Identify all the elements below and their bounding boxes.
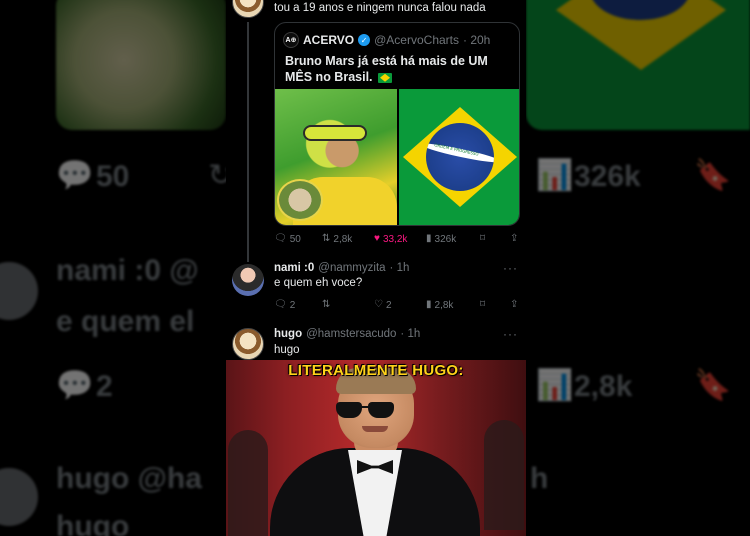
bookmark-icon: 🔖 — [694, 159, 732, 192]
background-replies: 50 — [96, 160, 130, 193]
acervo-logo: A⊕ — [283, 32, 299, 48]
views-icon: ▮ — [426, 299, 432, 310]
more-icon[interactable]: ··· — [503, 261, 518, 275]
meme-image[interactable]: LITERALMENTE HUGO: — [226, 360, 526, 536]
views-button[interactable]: ▮ 2,8k — [426, 300, 480, 311]
avatar[interactable] — [232, 264, 264, 296]
quoted-tweet[interactable]: A⊕ ACERVO ✓ @AcervoCharts · 20h Bruno Ma… — [274, 22, 520, 226]
quoted-image-bruno-mars[interactable] — [275, 89, 397, 225]
reply-time: · 1h — [389, 262, 410, 274]
reply-count: 2 — [289, 299, 296, 311]
background-hugo-body: hugo — [56, 510, 130, 536]
reply-author-handle: @nammyzita — [318, 262, 386, 274]
quoted-tweet-header: A⊕ ACERVO ✓ @AcervoCharts · 20h — [283, 32, 490, 48]
quoted-tweet-time: · 20h — [463, 33, 491, 47]
bookmark-button[interactable]: ⌑ — [480, 300, 510, 310]
background-right-panel: 📊 326k 🔖 📊 2,8k 🔖 h — [526, 0, 750, 536]
reply-header: nami :0 @nammyzita · 1h — [274, 262, 409, 274]
bookmark-icon: ⌑ — [480, 233, 486, 244]
reply-icon: 🗨 — [274, 299, 287, 310]
crowd-figure — [484, 420, 524, 530]
reply-button[interactable]: 🗨 50 — [274, 234, 322, 245]
views-icon: 📊 — [536, 369, 574, 402]
background-photo — [56, 0, 226, 130]
reply-header: hugo @hamstersacudo · 1h — [274, 328, 420, 340]
views-button[interactable]: ▮ 326k — [426, 234, 480, 245]
reply-text: e quem eh voce? — [274, 277, 363, 289]
previous-tweet-text: tou a 19 anos e ningem nunca falou nada — [274, 2, 486, 14]
reply-count: 50 — [289, 233, 301, 245]
background-avatar — [0, 262, 38, 320]
retweet-button[interactable]: ⇅ — [322, 300, 374, 310]
bookmark-icon: 🔖 — [694, 369, 732, 402]
brazil-flag-icon — [378, 72, 393, 83]
tweet-feed: tou a 19 anos e ningem nunca falou nada … — [226, 0, 526, 360]
reply-button[interactable]: 🗨 2 — [274, 300, 322, 311]
like-button[interactable]: ♥ 33,2k — [374, 234, 426, 245]
reply-icon: 💬 — [56, 159, 94, 192]
like-icon: ♥ — [374, 233, 380, 244]
more-icon[interactable]: ··· — [503, 327, 518, 341]
reply-author-name: nami :0 — [274, 262, 315, 274]
views-count: 326k — [434, 233, 457, 245]
share-icon: ⇪ — [510, 233, 519, 244]
like-count: 33,2k — [382, 233, 408, 245]
reply-text: hugo — [274, 344, 300, 356]
quoted-author-handle: @AcervoCharts — [374, 33, 459, 47]
crowd-figure — [228, 430, 268, 536]
quoted-author-name: ACERVO — [303, 33, 355, 47]
avatar[interactable] — [232, 0, 264, 18]
background-replies-2: 2 — [96, 370, 113, 403]
views-icon: 📊 — [536, 159, 574, 192]
share-icon: ⇪ — [510, 299, 519, 310]
retweet-icon: ⇅ — [322, 299, 331, 310]
background-views-2: 2,8k — [574, 370, 633, 403]
quoted-image-brazil-flag[interactable]: ORDEM E PROGRESSO — [399, 89, 519, 225]
like-count: 2 — [385, 299, 392, 311]
tweet-actions: 🗨 50 ⇅ 2,8k ♥ 33,2k ▮ 326k ⌑ ⇪ — [274, 231, 520, 247]
retweet-count: 2,8k — [333, 233, 353, 245]
bookmark-icon: ⌑ — [480, 299, 486, 310]
share-button[interactable]: ⇪ — [510, 234, 518, 244]
views-icon: ▮ — [426, 233, 432, 244]
background-hugo: hugo @ha — [56, 462, 202, 495]
retweet-button[interactable]: ⇅ 2,8k — [322, 234, 374, 245]
reply-icon: 💬 — [56, 369, 94, 402]
reply-author-name: hugo — [274, 328, 303, 340]
verified-icon: ✓ — [358, 34, 371, 46]
retweet-icon: ⇅ — [322, 233, 331, 244]
background-left-panel: 💬 50 ↻ nami :0 @ e quem el 💬 2 hugo @ha … — [0, 0, 233, 536]
reply-time: · 1h — [400, 328, 421, 340]
mouth — [362, 426, 388, 432]
like-button[interactable]: ♡ 2 — [374, 300, 426, 311]
meme-caption: LITERALMENTE HUGO: — [288, 362, 464, 379]
background-name: nami :0 @ — [56, 254, 199, 287]
background-flag — [526, 0, 750, 130]
background-avatar-2 — [0, 468, 38, 526]
like-icon: ♡ — [374, 299, 383, 310]
reply-author-handle: @hamstersacudo — [306, 328, 397, 340]
views-count: 2,8k — [434, 299, 454, 311]
sunglasses — [336, 402, 396, 420]
reply-actions: 🗨 2 ⇅ ♡ 2 ▮ 2,8k ⌑ ⇪ — [274, 297, 520, 313]
avatar[interactable] — [232, 328, 264, 360]
thread-line — [247, 22, 249, 262]
reply-icon: 🗨 — [274, 233, 287, 244]
background-letter: h — [530, 462, 549, 495]
quoted-tweet-text: Bruno Mars já está há mais de UM MÊS no … — [285, 53, 513, 85]
share-button[interactable]: ⇪ — [510, 300, 518, 310]
background-body: e quem el — [56, 305, 195, 338]
background-views: 326k — [574, 160, 641, 193]
bookmark-button[interactable]: ⌑ — [480, 234, 510, 244]
